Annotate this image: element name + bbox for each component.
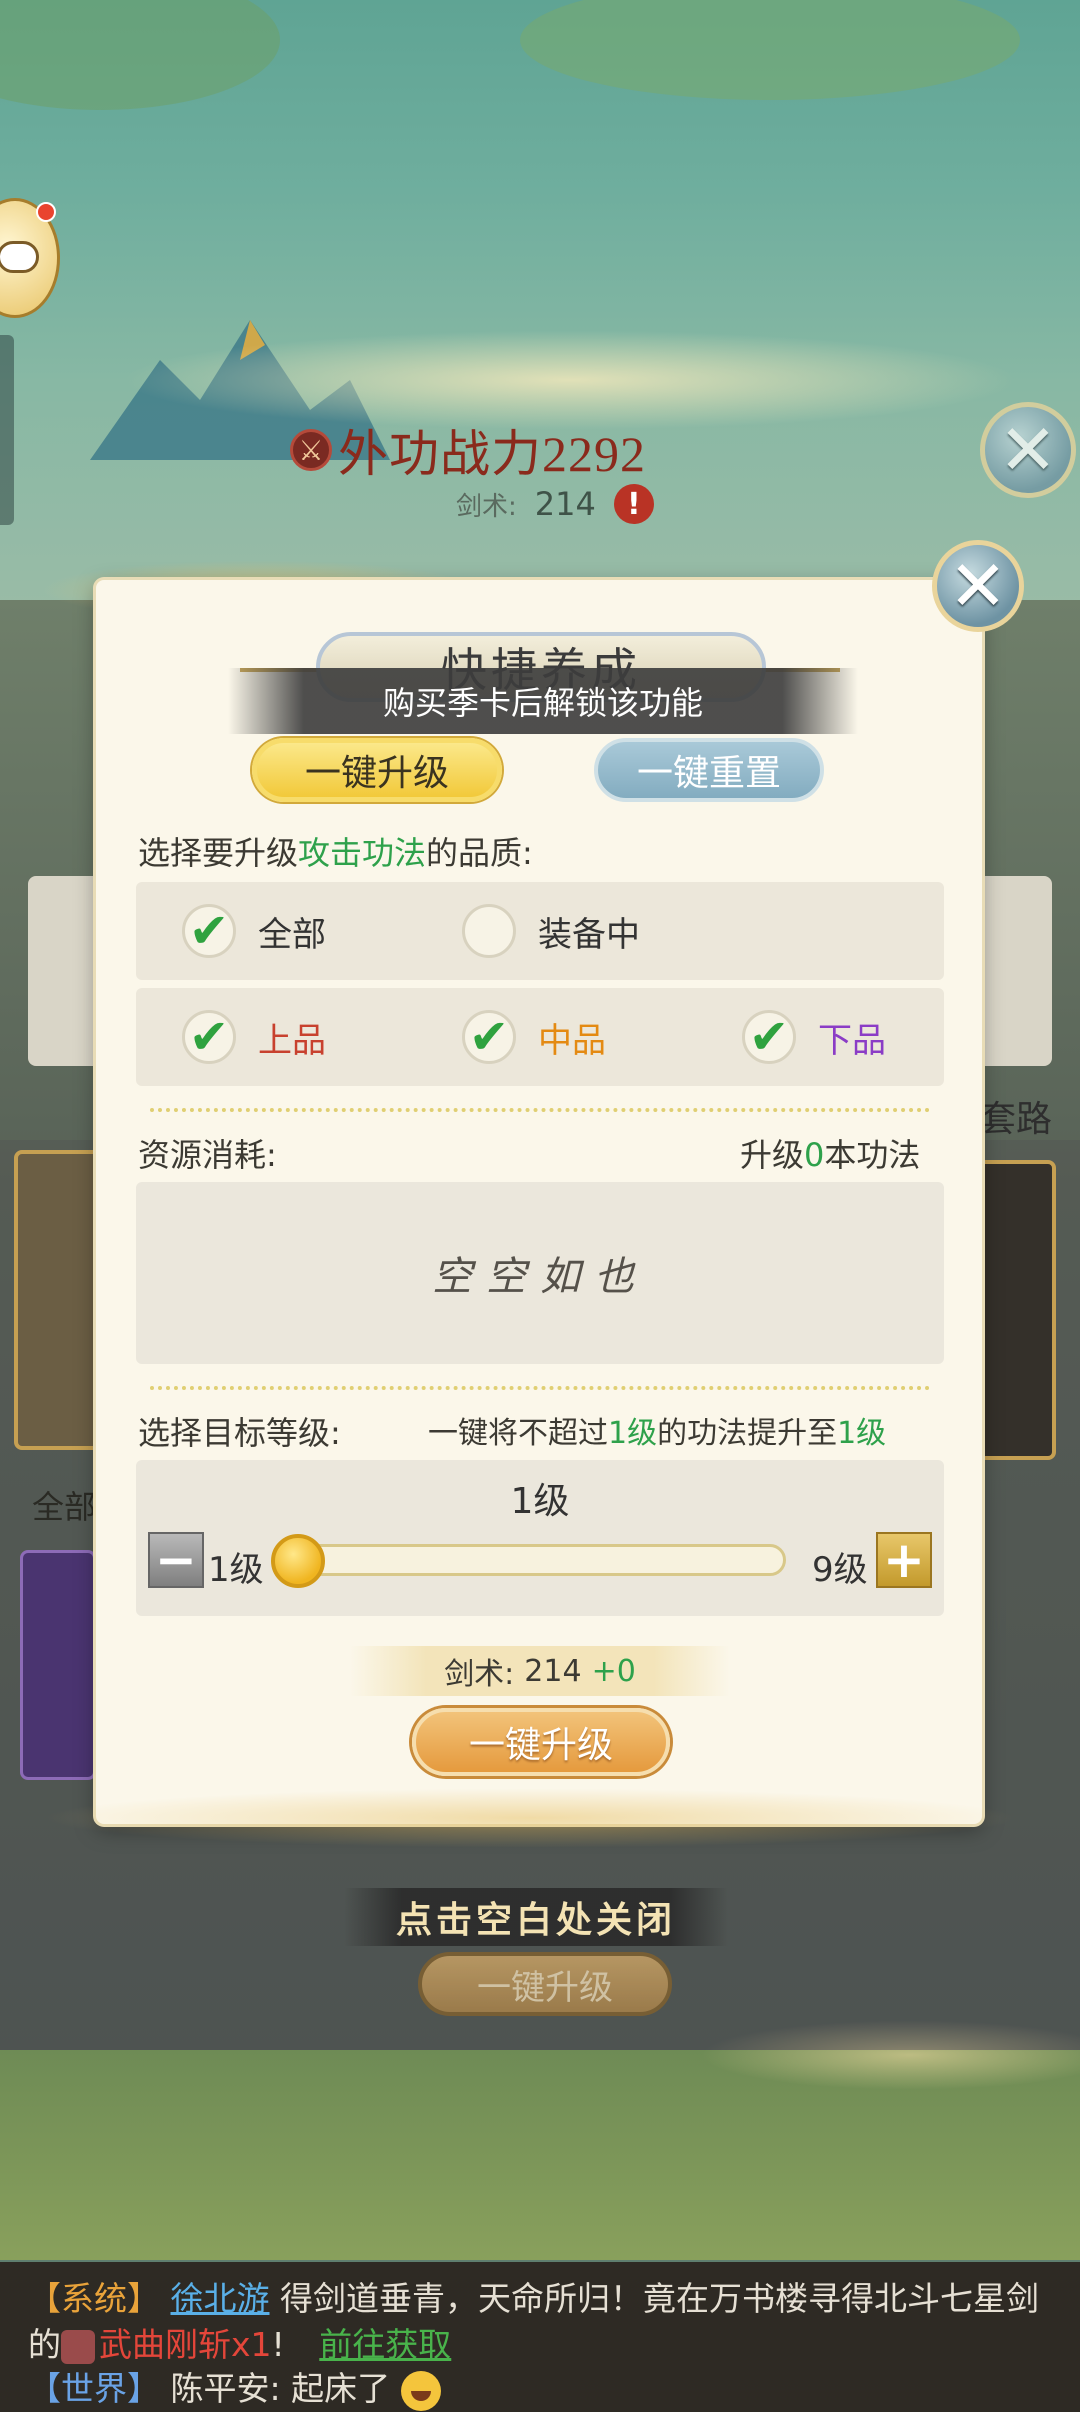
item-icon xyxy=(61,2329,95,2364)
confirm-upgrade-button[interactable]: 一键升级 xyxy=(412,1708,670,1776)
warning-icon[interactable]: ! xyxy=(613,484,654,524)
option-low-grade[interactable]: ✔ 下品 xyxy=(742,1010,886,1064)
desc-level-from: 1级 xyxy=(608,1416,658,1451)
resource-cost-label: 资源消耗: xyxy=(138,1136,277,1174)
chat-message-system: 【系统】 徐北游 得剑道垂青，天命所归！竟在万书楼寻得北斗七星剑 xyxy=(28,2272,1039,2320)
option-top-grade-label: 上品 xyxy=(258,1020,326,1061)
chat-player-link[interactable]: 徐北游 xyxy=(171,2279,270,2318)
current-level: 1级 xyxy=(510,1481,570,1522)
dialog-cloud-decoration xyxy=(40,1788,1020,1848)
chat-text: 的 xyxy=(28,2325,61,2364)
tab-one-key-upgrade[interactable]: 一键升级 xyxy=(252,738,502,802)
upgrade-count: 升级0本功法 xyxy=(740,1130,920,1176)
upgrade-count-prefix: 升级 xyxy=(740,1136,805,1174)
close-icon: ✕ xyxy=(948,545,1008,627)
chat-feed[interactable]: 【系统】 徐北游 得剑道垂青，天命所归！竟在万书楼寻得北斗七星剑 的武曲刚斩x1… xyxy=(0,2262,1080,2412)
option-all[interactable]: ✔ 全部 xyxy=(182,904,326,958)
panel-close-button[interactable]: ✕ xyxy=(980,402,1076,498)
upgrade-count-value: 0 xyxy=(804,1136,825,1174)
max-level-label: 9级 xyxy=(812,1550,868,1590)
level-slider-track[interactable] xyxy=(286,1544,786,1576)
checkbox-checked-icon[interactable]: ✔ xyxy=(182,1010,236,1064)
skill-value: 214 xyxy=(534,485,596,523)
checkbox-checked-icon[interactable]: ✔ xyxy=(462,1010,516,1064)
chat-text: ! xyxy=(271,2325,285,2364)
increase-level-button[interactable]: + xyxy=(876,1532,932,1588)
tap-blank-close-hint[interactable]: 点击空白处关闭 xyxy=(344,1888,728,1946)
cost-value: 214 xyxy=(524,1653,582,1689)
target-level-description: 一键将不超过1级的功法提升至1级 xyxy=(428,1408,886,1452)
dotted-divider xyxy=(150,1108,930,1112)
option-equipped[interactable]: 装备中 xyxy=(462,904,640,958)
option-low-grade-label: 下品 xyxy=(818,1020,886,1061)
desc-level-to: 1级 xyxy=(837,1416,887,1451)
decrease-level-button[interactable]: − xyxy=(148,1532,204,1588)
skill-label: 剑术: xyxy=(456,491,517,522)
level-slider-handle[interactable] xyxy=(271,1534,325,1588)
option-top-grade[interactable]: ✔ 上品 xyxy=(182,1010,326,1064)
target-level-label: 选择目标等级: xyxy=(138,1414,341,1452)
checkbox-unchecked-icon[interactable] xyxy=(462,904,516,958)
dotted-divider xyxy=(150,1386,930,1390)
desc-prefix: 一键将不超过 xyxy=(428,1416,608,1451)
tab-one-key-reset[interactable]: 一键重置 xyxy=(594,738,824,802)
crossed-swords-icon: ⚔ xyxy=(290,429,332,471)
notification-dot-icon xyxy=(36,202,56,222)
quality-prompt: 选择要升级攻击功法的品质: xyxy=(138,828,533,874)
option-all-label: 全部 xyxy=(258,914,326,955)
cost-label: 剑术: xyxy=(444,1657,515,1692)
laughing-emoji-icon xyxy=(400,2370,441,2411)
close-icon: ✕ xyxy=(998,409,1058,491)
chat-channel: 【世界】 xyxy=(28,2369,160,2408)
quality-prompt-suffix: 的品质: xyxy=(426,834,533,872)
empty-resource-list: 空空如也 xyxy=(136,1182,944,1364)
skill-display: 剑术: 214 ! xyxy=(456,484,654,524)
cost-delta: +0 xyxy=(591,1653,636,1689)
min-level-label: 1级 xyxy=(208,1550,264,1590)
quality-prompt-highlight: 攻击功法 xyxy=(298,834,427,872)
taolu-label: 套路 xyxy=(980,1099,1053,1140)
option-mid-grade-label: 中品 xyxy=(538,1020,606,1061)
all-filter-label: 全部 xyxy=(32,1488,97,1526)
quality-prompt-prefix: 选择要升级 xyxy=(138,834,299,872)
side-panel-tab[interactable] xyxy=(0,335,14,525)
underlying-skill-card xyxy=(14,1150,104,1450)
dialog-close-button[interactable]: ✕ xyxy=(932,540,1024,632)
chat-message-world: 【世界】 陈平安: 起床了 xyxy=(28,2362,441,2411)
upgrade-count-suffix: 本功法 xyxy=(824,1136,921,1174)
chat-text: 得剑道垂青，天命所归！竟在万书楼寻得北斗七星剑 xyxy=(280,2279,1039,2318)
chat-face-icon xyxy=(0,241,39,273)
desc-mid: 的功法提升至 xyxy=(657,1416,838,1451)
power-label: 外功战力2292 xyxy=(338,426,646,482)
locked-feature-banner: 购买季卡后解锁该功能 xyxy=(228,668,858,734)
option-mid-grade[interactable]: ✔ 中品 xyxy=(462,1010,606,1064)
underlying-upgrade-button: 一键升级 xyxy=(418,1952,672,2016)
underlying-skill-card xyxy=(20,1550,96,1780)
checkbox-checked-icon[interactable]: ✔ xyxy=(182,904,236,958)
go-obtain-link[interactable]: 前往获取 xyxy=(319,2325,451,2364)
power-display: ⚔ 外功战力2292 xyxy=(290,418,646,482)
option-equipped-label: 装备中 xyxy=(538,914,640,955)
level-selector: 1级 − 1级 9级 + xyxy=(136,1460,944,1616)
chat-channel: 【系统】 xyxy=(28,2279,160,2318)
underlying-skill-card xyxy=(976,1160,1056,1460)
chat-text: 陈平安: 起床了 xyxy=(170,2369,391,2408)
chat-item-link[interactable]: 武曲刚斩x1 xyxy=(99,2325,272,2364)
checkbox-checked-icon[interactable]: ✔ xyxy=(742,1010,796,1064)
chat-message-system-cont: 的武曲刚斩x1! 前往获取 xyxy=(28,2318,451,2366)
cost-display: 剑术: 214 +0 xyxy=(350,1646,730,1696)
